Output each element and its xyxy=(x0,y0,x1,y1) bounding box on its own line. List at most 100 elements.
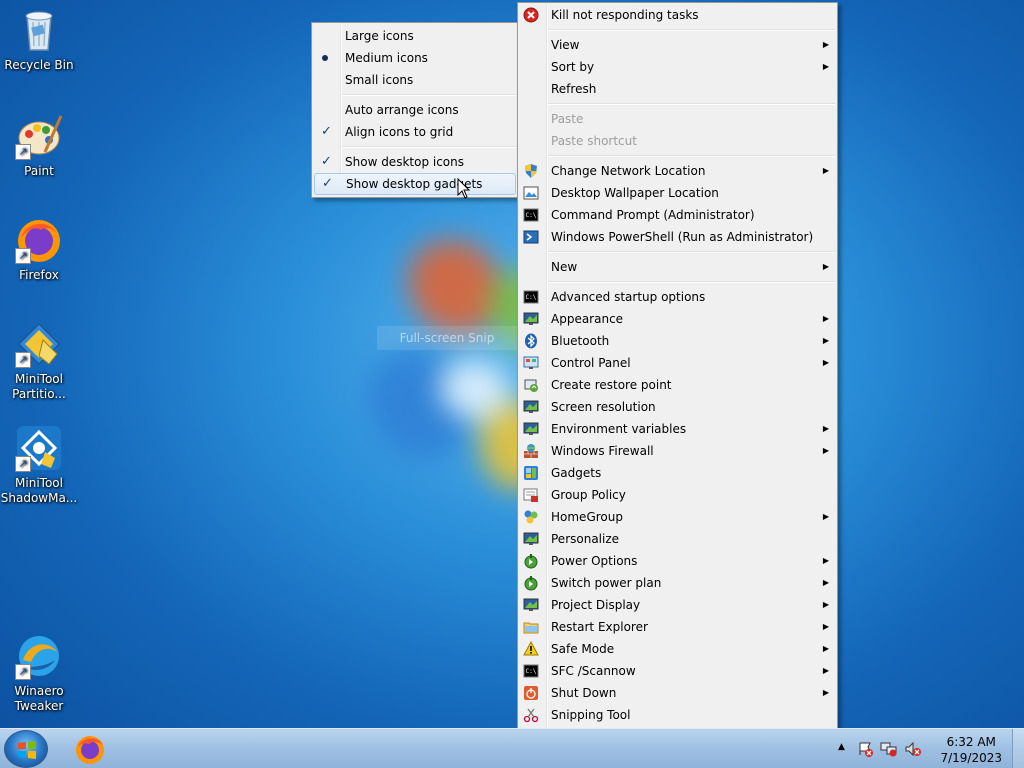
desktop-icon-label: MiniTool ShadowMa... xyxy=(0,476,78,505)
menu-separator xyxy=(518,248,837,256)
submenu-arrow-icon: ▶ xyxy=(822,262,829,271)
powershell-icon xyxy=(523,229,539,245)
menu-separator xyxy=(518,152,837,160)
desktop-context-menu: Kill not responding tasks View ▶ Sort by ▶ Re… xyxy=(517,2,838,766)
recycle-bin-icon xyxy=(15,6,63,54)
menu-item-paste-shortcut: Paste shortcut xyxy=(551,134,637,148)
submenu-arrow-icon: ▶ xyxy=(822,358,829,367)
menu-item-environment-variables[interactable]: Environment variables ▶ xyxy=(518,418,837,440)
folder-icon xyxy=(523,619,539,635)
desktop-icon-paint[interactable]: ↗ Paint xyxy=(0,112,78,179)
menu-item-sort-by[interactable]: Sort by ▶ xyxy=(518,56,837,78)
paint-icon: ↗ xyxy=(15,112,63,160)
menu-item-show-desktop-gadgets[interactable]: ✓ Show desktop gadgets xyxy=(314,173,516,195)
desktop-icon-label: Winaero Tweaker xyxy=(14,684,64,713)
desktop-icon-label: MiniTool Partitio... xyxy=(12,372,66,401)
menu-separator xyxy=(518,26,837,34)
monitor-icon xyxy=(523,311,539,327)
gadgets-icon xyxy=(523,465,539,481)
submenu-arrow-icon: ▶ xyxy=(822,314,829,323)
menu-separator xyxy=(312,143,518,151)
menu-item-windows-firewall[interactable]: Windows Firewall ▶ xyxy=(518,440,837,462)
windows-logo-icon xyxy=(18,741,36,759)
submenu-arrow-icon: ▶ xyxy=(822,556,829,565)
firefox-icon xyxy=(76,736,104,764)
submenu-arrow-icon: ▶ xyxy=(822,40,829,49)
desktop-icon-minitool-partition[interactable]: ↗ MiniTool Partitio... xyxy=(0,320,78,402)
menu-item-small-icons[interactable]: Small icons xyxy=(312,69,518,91)
minitool-partition-icon: ↗ xyxy=(15,320,63,368)
start-button[interactable] xyxy=(4,730,48,768)
menu-item-kill-not-responding-tasks[interactable]: Kill not responding tasks xyxy=(518,4,837,26)
checkmark-icon: ✓ xyxy=(321,124,332,139)
taskbar-clock[interactable]: 6:32 AM 7/19/2023 xyxy=(940,734,1002,766)
desktop-icon-firefox[interactable]: ↗ Firefox xyxy=(0,216,78,283)
cmd-icon: C:\ xyxy=(523,663,539,679)
menu-item-appearance[interactable]: Appearance ▶ xyxy=(518,308,837,330)
volume-muted-icon[interactable] xyxy=(904,741,922,757)
kill-icon xyxy=(523,7,539,23)
minitool-shadowmaker-icon: ↗ xyxy=(15,424,63,472)
menu-item-homegroup[interactable]: HomeGroup ▶ xyxy=(518,506,837,528)
checkmark-icon: ✓ xyxy=(322,176,333,191)
network-icon[interactable] xyxy=(880,741,898,757)
menu-item-new[interactable]: New ▶ xyxy=(518,256,837,278)
menu-item-switch-power-plan[interactable]: Switch power plan ▶ xyxy=(518,572,837,594)
bluetooth-icon xyxy=(523,333,539,349)
menu-item-restart-explorer[interactable]: Restart Explorer ▶ xyxy=(518,616,837,638)
menu-item-advanced-startup-options[interactable]: C:\ Advanced startup options xyxy=(518,286,837,308)
menu-item-change-network-location[interactable]: Change Network Location ▶ xyxy=(518,160,837,182)
homegroup-icon xyxy=(523,509,539,525)
monitor-icon xyxy=(523,531,539,547)
desktop-icon-label: Recycle Bin xyxy=(4,58,74,72)
menu-item-bluetooth[interactable]: Bluetooth ▶ xyxy=(518,330,837,352)
menu-item-control-panel[interactable]: Control Panel ▶ xyxy=(518,352,837,374)
menu-item-create-restore-point[interactable]: Create restore point xyxy=(518,374,837,396)
action-center-icon[interactable] xyxy=(858,741,874,757)
svg-text:C:\: C:\ xyxy=(526,294,537,301)
show-desktop-button[interactable] xyxy=(1012,729,1024,768)
menu-item-view[interactable]: View ▶ xyxy=(518,34,837,56)
taskbar-firefox-button[interactable] xyxy=(68,731,112,767)
desktop-icon-label: Firefox xyxy=(19,268,59,282)
menu-separator xyxy=(518,100,837,108)
menu-item-power-options[interactable]: Power Options ▶ xyxy=(518,550,837,572)
group-policy-icon xyxy=(523,487,539,503)
menu-item-medium-icons[interactable]: Medium icons xyxy=(312,47,518,69)
menu-item-gadgets[interactable]: Gadgets xyxy=(518,462,837,484)
submenu-arrow-icon: ▶ xyxy=(822,166,829,175)
svg-text:C:\: C:\ xyxy=(526,212,537,219)
submenu-arrow-icon: ▶ xyxy=(822,688,829,697)
submenu-arrow-icon: ▶ xyxy=(822,644,829,653)
desktop-icon-winaero-tweaker[interactable]: ↗ Winaero Tweaker xyxy=(0,632,78,714)
menu-item-personalize[interactable]: Personalize xyxy=(518,528,837,550)
menu-item-sfc-scannow[interactable]: C:\ SFC /Scannow ▶ xyxy=(518,660,837,682)
menu-item-refresh[interactable]: Refresh xyxy=(518,78,837,100)
snip-overlay-label: Full-screen Snip xyxy=(377,326,517,350)
warning-icon xyxy=(523,640,539,657)
system-tray: ▲ 6:32 AM 7/19/2023 xyxy=(834,729,1024,768)
shield-icon xyxy=(523,163,539,179)
desktop-icon-recycle-bin[interactable]: Recycle Bin xyxy=(0,6,78,73)
menu-item-group-policy[interactable]: Group Policy xyxy=(518,484,837,506)
menu-item-auto-arrange[interactable]: Auto arrange icons xyxy=(312,99,518,121)
menu-item-project-display[interactable]: Project Display ▶ xyxy=(518,594,837,616)
menu-item-align-to-grid[interactable]: ✓ Align icons to grid xyxy=(312,121,518,143)
submenu-arrow-icon: ▶ xyxy=(822,622,829,631)
menu-item-screen-resolution[interactable]: Screen resolution xyxy=(518,396,837,418)
menu-separator xyxy=(518,278,837,286)
desktop-icon-minitool-shadowmaker[interactable]: ↗ MiniTool ShadowMa... xyxy=(0,424,78,506)
svg-text:C:\: C:\ xyxy=(526,668,537,675)
menu-item-show-desktop-icons[interactable]: ✓ Show desktop icons xyxy=(312,151,518,173)
power-icon xyxy=(523,553,539,569)
submenu-arrow-icon: ▶ xyxy=(822,578,829,587)
menu-item-safe-mode[interactable]: Safe Mode ▶ xyxy=(518,638,837,660)
menu-item-shut-down[interactable]: Shut Down ▶ xyxy=(518,682,837,704)
menu-item-command-prompt-administrator[interactable]: C:\ Command Prompt (Administrator) xyxy=(518,204,837,226)
menu-item-windows-powershell-run-as-administrator[interactable]: Windows PowerShell (Run as Administrator… xyxy=(518,226,837,248)
monitor-icon xyxy=(523,421,539,437)
show-hidden-icons-icon[interactable]: ▲ xyxy=(838,742,845,752)
menu-item-snipping-tool[interactable]: Snipping Tool xyxy=(518,704,837,726)
menu-item-desktop-wallpaper-location[interactable]: Desktop Wallpaper Location xyxy=(518,182,837,204)
menu-item-large-icons[interactable]: Large icons xyxy=(312,25,518,47)
